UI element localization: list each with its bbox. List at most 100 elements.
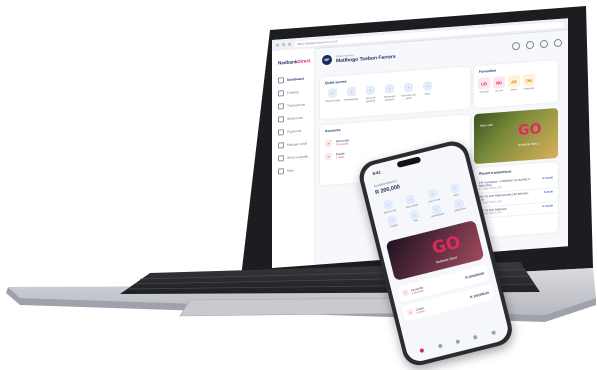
phone-go-logo: GO [430, 232, 463, 259]
promo-go-logo: GO [518, 121, 542, 139]
transaction-text: PIS Transaction - STARRENT OF BARRETT 68… [479, 178, 533, 191]
phone-action[interactable]: ◦ Beneficiaries [426, 202, 448, 219]
promo-line: More with [480, 122, 494, 128]
favourite-badge: AB [508, 74, 520, 88]
sidebar-nav: Dashboard Funding Transactions Statements Pa… [272, 71, 314, 178]
phone-action[interactable]: ◦ Scan to pay [422, 187, 444, 204]
inbox-icon[interactable] [526, 40, 534, 50]
sidebar-item-label: Payments [287, 128, 302, 134]
phone-action-label: Pay [413, 219, 419, 223]
quick-access-item[interactable]: ◦ Scheduled payment [381, 84, 398, 102]
bell-icon[interactable] [540, 39, 548, 49]
doc-icon: ◦ [452, 197, 464, 209]
people-icon: ◦ [430, 203, 442, 215]
favourite-label: my card [495, 90, 503, 93]
quick-access-item[interactable]: ◦ More [419, 81, 436, 99]
transaction-amount: R 100.00 [542, 204, 553, 209]
window-dot-icon[interactable] [276, 43, 279, 47]
quick-access-label: Once-off payment [365, 96, 376, 104]
header-actions [512, 38, 562, 51]
favourite-label: Chemists [479, 91, 489, 94]
quick-access-label: Accounts and cards [401, 93, 416, 101]
phone-action-label: Buy prepaid [406, 203, 419, 209]
phone-action-label: More [453, 193, 460, 197]
wallet-icon: ▪ [406, 308, 414, 316]
quick-access-item[interactable]: ◦ Accounts and cards [400, 82, 417, 100]
card-icon: ▪ [325, 152, 332, 161]
people-icon: ◦ [347, 86, 356, 97]
calendar-icon: ◦ [385, 84, 394, 94]
phone-account-value: R 100,000.00 [464, 271, 485, 280]
nav-icon [278, 128, 284, 136]
phone-account-text: Cards 2 cards [415, 305, 425, 314]
sidebar-item-label: Funding [287, 89, 299, 95]
favourite-item[interactable]: AB Airtime [508, 74, 520, 92]
transactions-list: PIS Transaction - STARRENT OF BARRETT 68… [474, 173, 558, 220]
sidebar-item-label: Manage cards [287, 140, 308, 147]
favourite-item[interactable]: DN Classifieds [523, 73, 535, 91]
settings-icon[interactable] [554, 38, 562, 48]
nav-icon [278, 102, 284, 110]
favourite-badge: ND [493, 75, 505, 89]
transfer-icon: ◦ [328, 88, 337, 98]
send-icon: ◦ [383, 199, 394, 211]
sidebar-item-more[interactable]: More [272, 162, 314, 178]
quick-access-card: Quick access ◦ Transfer funds ◦ Beneficiari… [320, 66, 470, 120]
favourite-label: Airtime [510, 88, 518, 92]
pay-icon: ◦ [366, 85, 375, 96]
phone-action[interactable]: ◦ Buy prepaid [400, 193, 422, 210]
nav-icon [278, 89, 284, 97]
favourite-item[interactable]: CB Chemists [478, 76, 490, 94]
phone-account-text: Accounts 3 Accounts [410, 285, 424, 295]
quick-access-label: Scheduled payment [383, 94, 396, 102]
phone-action[interactable]: ◦ More [444, 182, 466, 199]
window-dot-icon[interactable] [282, 43, 285, 47]
sidebar: NedbankDirect Dashboard Funding Transactio… [272, 47, 315, 268]
phone-action-label: Transfer [389, 224, 399, 229]
phone-action-label: Scan to pay [428, 198, 441, 204]
promo-banner[interactable]: GO Nedbank Direct More with [474, 107, 558, 165]
phone-action[interactable]: ◦ Send money [378, 198, 400, 215]
sidebar-item-label: Transactions [287, 102, 306, 108]
sidebar-item-label: More [287, 167, 295, 173]
account-sub: 2 cards [336, 155, 345, 160]
balance-block: Available balance R 200,000 [373, 178, 401, 196]
account-text: Accounts 3 Accounts [336, 138, 349, 146]
nav-icon [278, 141, 284, 149]
quick-access-item[interactable]: ◦ Once-off payment [362, 85, 379, 103]
window-dot-icon[interactable] [288, 42, 291, 46]
phone-action[interactable]: ◦ Statements [448, 197, 470, 214]
promo-line: Nedbank Direct [518, 141, 539, 147]
phone-action[interactable]: ◦ Transfer [382, 213, 404, 230]
account-sub: 3 Accounts [336, 142, 349, 147]
cards-icon[interactable] [473, 334, 478, 340]
home-icon[interactable] [419, 348, 425, 353]
search-icon[interactable] [512, 41, 520, 51]
sidebar-item-label: Statements [287, 115, 304, 121]
stage: https://apidgdevweb.mn.co.za/ NedbankDir… [0, 0, 597, 370]
transaction-text: PAY TO SOS RABOSHI BN CAD INSTANT 5.95 17… [479, 192, 533, 205]
nav-icon [278, 167, 284, 175]
prepaid-icon: ◦ [405, 193, 417, 205]
sidebar-item-label: Dashboard [287, 76, 304, 82]
more-icon: ◦ [449, 182, 461, 194]
quick-access-label: Beneficiaries [344, 97, 359, 102]
quick-access-item[interactable]: ◦ Beneficiaries [343, 86, 360, 105]
menu-icon[interactable] [490, 330, 496, 336]
phone-action[interactable]: ◦ Pay [404, 208, 426, 225]
favourite-item[interactable]: ND my card [493, 75, 505, 93]
wallet-icon: ▪ [401, 289, 410, 297]
status-time: 9:41 [372, 169, 381, 177]
avatar[interactable]: MF [322, 54, 332, 66]
favourite-badge: DN [523, 73, 535, 87]
nav-icon [278, 115, 284, 123]
favourite-label: Classifieds [523, 87, 535, 91]
brand-logo: NedbankDirect [278, 58, 311, 66]
quick-access-item[interactable]: ◦ Transfer funds [324, 88, 341, 106]
transact-icon[interactable] [437, 343, 443, 349]
nav-icon [278, 154, 284, 162]
favourite-badge: CB [478, 76, 490, 90]
wallet-icon: ▪ [325, 139, 332, 148]
account-text: Cards 2 cards [336, 152, 345, 160]
pay-icon[interactable] [455, 339, 461, 345]
